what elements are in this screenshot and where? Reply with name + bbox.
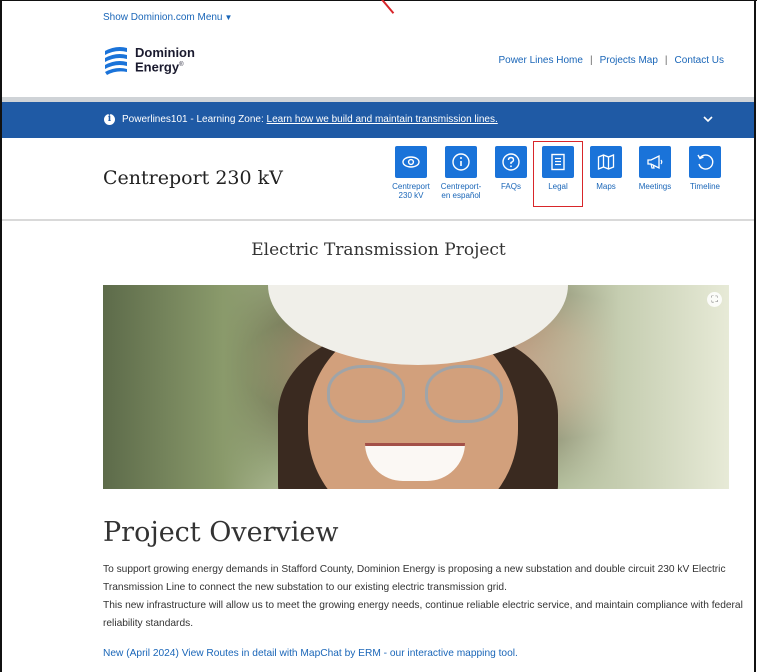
- page-frame-top: [0, 0, 757, 1]
- section-divider: [2, 219, 754, 221]
- hero-bg-left: [103, 285, 303, 489]
- nav-item-meetings[interactable]: Meetings: [631, 146, 679, 191]
- logo-stripes-icon: [105, 47, 127, 75]
- overview-title: Project Overview: [103, 517, 339, 548]
- header-links: Power Lines Home | Projects Map | Contact Us: [498, 55, 724, 66]
- show-dominion-menu-toggle[interactable]: Show Dominion.com Menu ▼: [103, 12, 232, 23]
- project-title: Centreport 230 kV: [103, 167, 283, 189]
- learning-zone-banner: i Powerlines101 - Learning Zone: Learn h…: [2, 102, 754, 138]
- projects-map-link[interactable]: Projects Map: [600, 55, 658, 66]
- nav-item-maps[interactable]: Maps: [582, 146, 630, 191]
- nav-item-faqs[interactable]: FAQs: [487, 146, 535, 191]
- mapchat-link[interactable]: New (April 2024) View Routes in detail w…: [103, 648, 518, 659]
- megaphone-icon: [639, 146, 671, 178]
- contact-us-link[interactable]: Contact Us: [675, 55, 724, 66]
- logo-line-2: Energy: [135, 59, 180, 75]
- annotation-stroke: [376, 0, 395, 14]
- nav-label-espanol: Centreport- en español: [440, 182, 482, 200]
- registered-mark-icon: ®: [179, 61, 184, 68]
- info-circle-icon: i: [104, 114, 115, 125]
- banner-prefix: Powerlines101 - Learning Zone:: [122, 114, 267, 125]
- legal-highlight-box: [533, 141, 583, 207]
- info-icon: [445, 146, 477, 178]
- nav-item-timeline[interactable]: Timeline: [681, 146, 729, 191]
- hero-glasses-right: [425, 365, 503, 423]
- overview-paragraph-2: This new infrastructure will allow us to…: [103, 600, 743, 629]
- nav-label-faqs: FAQs: [500, 182, 521, 191]
- link-separator: |: [664, 55, 668, 66]
- nav-label-maps: Maps: [596, 182, 616, 191]
- overview-paragraph-1: To support growing energy demands in Sta…: [103, 564, 726, 593]
- eye-icon: [395, 146, 427, 178]
- nav-label-centreport: Centreport 230 kV: [392, 182, 430, 200]
- question-icon: [495, 146, 527, 178]
- nav-item-centreport[interactable]: Centreport 230 kV: [387, 146, 435, 200]
- history-icon: [689, 146, 721, 178]
- dominion-energy-logo[interactable]: Dominion Energy®: [103, 45, 195, 75]
- nav-label-timeline: Timeline: [690, 182, 720, 191]
- chevron-down-icon[interactable]: [702, 113, 714, 128]
- learn-transmission-link[interactable]: Learn how we build and maintain transmis…: [267, 114, 498, 125]
- expand-image-icon[interactable]: ⛶: [707, 292, 722, 307]
- caret-down-icon: ▼: [224, 13, 233, 22]
- power-lines-home-link[interactable]: Power Lines Home: [498, 55, 582, 66]
- link-separator: |: [589, 55, 593, 66]
- nav-label-meetings: Meetings: [638, 182, 672, 191]
- show-menu-label: Show Dominion.com Menu: [103, 12, 223, 23]
- banner-text: Powerlines101 - Learning Zone: Learn how…: [122, 114, 498, 125]
- page-frame-right: [754, 0, 756, 672]
- logo-line-1: Dominion: [135, 44, 195, 60]
- hero-glasses-left: [327, 365, 405, 423]
- logo-wordmark: Dominion Energy®: [135, 44, 195, 75]
- hero-image: ⛶: [103, 285, 729, 489]
- main-heading: Electric Transmission Project: [251, 240, 506, 260]
- map-icon: [590, 146, 622, 178]
- nav-item-espanol[interactable]: Centreport- en español: [437, 146, 485, 200]
